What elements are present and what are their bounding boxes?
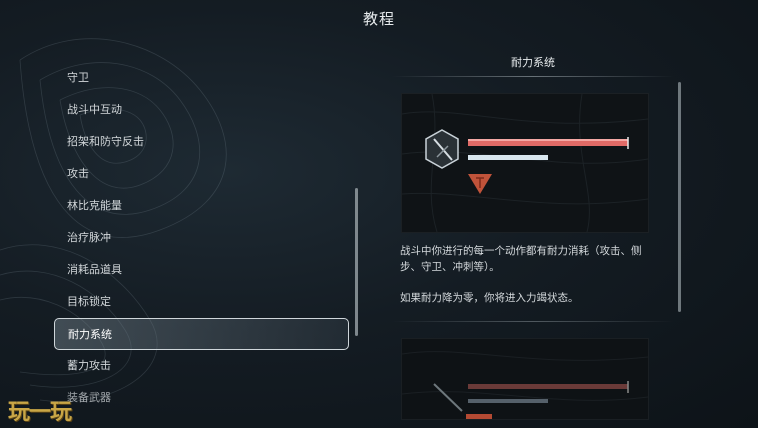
menu-scrollbar[interactable] [355, 188, 358, 336]
panel-divider-2 [392, 321, 674, 322]
health-bar-dim [468, 384, 628, 389]
menu-item-stamina-system[interactable]: 耐力系统 [54, 318, 349, 350]
menu-item-attack[interactable]: 攻击 [54, 158, 349, 190]
panel-title: 耐力系统 [511, 56, 555, 69]
menu-item-label: 攻击 [67, 167, 89, 180]
panel-scrollbar[interactable] [678, 82, 681, 312]
exhaustion-illustration [401, 338, 649, 420]
menu-item-target-lock[interactable]: 目标锁定 [54, 286, 349, 318]
menu-item-label: 招架和防守反击 [67, 135, 144, 148]
menu-item-lymbic-energy[interactable]: 林比克能量 [54, 190, 349, 222]
menu-item-label: 治疗脉冲 [67, 231, 111, 244]
panel-divider [392, 76, 674, 77]
menu-item-charged-attack[interactable]: 蓄力攻击 [54, 350, 349, 382]
menu-item-label: 耐力系统 [68, 328, 112, 341]
menu-item-label: 蓄力攻击 [67, 359, 111, 372]
menu-item-parry-counter[interactable]: 招架和防守反击 [54, 126, 349, 158]
stamina-bar [468, 155, 548, 160]
stamina-illustration [401, 93, 649, 233]
page-title: 教程 [362, 10, 395, 28]
menu-item-consumables[interactable]: 消耗品道具 [54, 254, 349, 286]
menu-item-healing-pulse[interactable]: 治疗脉冲 [54, 222, 349, 254]
panel-description: 战斗中你进行的每一个动作都有耐力消耗（攻击、侧步、守卫、冲刺等）。 如果耐力降为… [400, 243, 645, 306]
description-paragraph-1: 战斗中你进行的每一个动作都有耐力消耗（攻击、侧步、守卫、冲刺等）。 [400, 245, 642, 273]
menu-item-equip-weapon[interactable]: 装备武器 [54, 382, 349, 414]
menu-item-label: 林比克能量 [67, 199, 122, 212]
menu-item-guard[interactable]: 守卫 [54, 62, 349, 94]
tutorial-menu: 守卫 战斗中互动 招架和防守反击 攻击 林比克能量 治疗脉冲 消耗品道具 目标锁… [54, 62, 349, 414]
menu-item-combat-interaction[interactable]: 战斗中互动 [54, 94, 349, 126]
menu-item-label: 装备武器 [67, 391, 111, 404]
stamina-bar-dim [468, 399, 548, 403]
description-paragraph-2: 如果耐力降为零，你将进入力竭状态。 [400, 292, 579, 304]
menu-item-label: 守卫 [67, 71, 89, 84]
menu-item-label: 目标锁定 [67, 295, 111, 308]
menu-item-label: 战斗中互动 [67, 103, 122, 116]
watermark-logo: 玩一玩 [8, 400, 72, 425]
menu-item-label: 消耗品道具 [67, 263, 122, 276]
